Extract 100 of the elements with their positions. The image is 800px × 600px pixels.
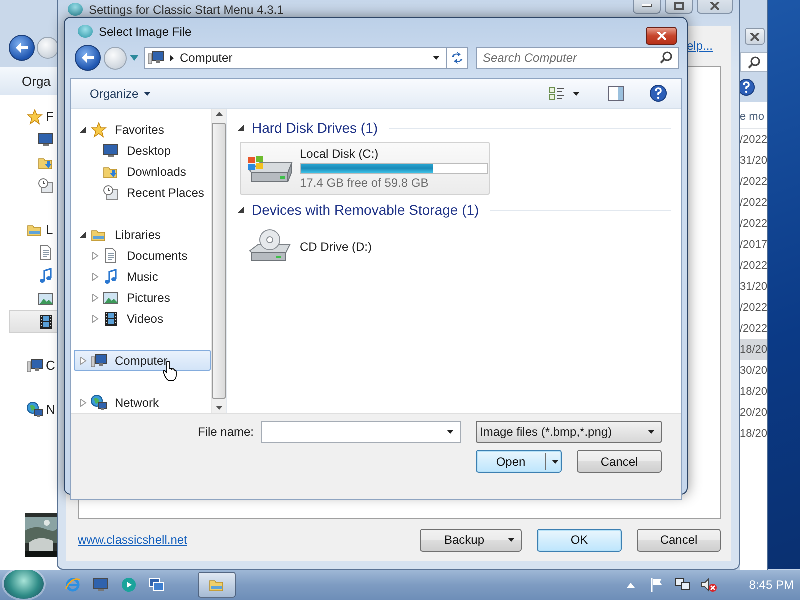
- globe-icon: [91, 394, 107, 410]
- dropdown-arrow-icon[interactable]: [130, 55, 139, 61]
- refresh-icon: [450, 52, 464, 64]
- drive-tile[interactable]: CD Drive (D:): [240, 224, 490, 270]
- help-link[interactable]: elp...: [686, 39, 713, 53]
- preview-pane-icon: [608, 86, 624, 101]
- tree-item[interactable]: Favorites: [74, 119, 211, 140]
- nav-item[interactable]: F: [9, 105, 60, 128]
- nav-item[interactable]: [9, 310, 60, 333]
- file-type-select[interactable]: Image files (*.bmp,*.png): [476, 421, 662, 443]
- group-header[interactable]: Devices with Removable Storage (1): [252, 202, 480, 218]
- shell-icon: [78, 25, 93, 38]
- date-cell-text: /2022: [740, 132, 767, 148]
- date-cell-text: 31/20: [740, 154, 767, 168]
- date-cell-text: /2022: [740, 174, 767, 190]
- forward-button[interactable]: [37, 37, 59, 59]
- nav-item[interactable]: L: [9, 218, 60, 241]
- tree-item[interactable]: Libraries: [74, 224, 211, 245]
- shell-icon: [68, 3, 83, 16]
- scroll-thumb[interactable]: [212, 123, 226, 399]
- minimize-icon: [642, 4, 652, 8]
- scroll-up-icon: [216, 112, 222, 116]
- expand-arrow-icon[interactable]: [80, 230, 87, 238]
- computer-icon: [27, 358, 43, 374]
- scrollbar[interactable]: [211, 109, 226, 413]
- cancel-button[interactable]: Cancel: [637, 528, 721, 552]
- help-icon[interactable]: [650, 85, 667, 102]
- date-cell-text: 20/20: [740, 406, 767, 420]
- left-arrow-icon: [16, 43, 28, 53]
- back-button[interactable]: [75, 45, 101, 71]
- search-field[interactable]: Search Computer: [476, 47, 679, 69]
- caret-icon: [144, 92, 151, 96]
- caret-icon: [508, 538, 515, 542]
- maximize-icon: [674, 2, 684, 10]
- network-icon: [675, 577, 692, 593]
- tree-item[interactable]: Documents: [74, 245, 211, 266]
- computer-icon: [91, 352, 107, 368]
- drive-capacity: 17.4 GB free of 59.8 GB: [300, 176, 430, 190]
- drive-name: CD Drive (D:): [300, 240, 373, 254]
- close-icon: [656, 32, 666, 40]
- document-icon: [103, 248, 119, 264]
- drive-tile[interactable]: Local Disk (C:) 17.4 GB free of 59.8 GB: [240, 142, 490, 195]
- globe-icon: [27, 402, 43, 418]
- search-icon: [660, 51, 673, 64]
- close-button[interactable]: [745, 28, 765, 45]
- backup-button[interactable]: Backup: [420, 528, 522, 552]
- date-cell: 18/20: [740, 339, 767, 360]
- close-button[interactable]: [646, 27, 677, 45]
- landscape-icon: [103, 290, 119, 306]
- ok-button[interactable]: OK: [537, 528, 622, 552]
- taskbar-button[interactable]: [198, 572, 236, 598]
- tree-item[interactable]: Network: [74, 392, 211, 413]
- organize-menu[interactable]: Organize: [90, 86, 151, 100]
- address-bar[interactable]: Computer: [144, 47, 447, 69]
- caret-icon: [648, 430, 655, 434]
- date-cell-text: /2022: [740, 300, 767, 316]
- expand-arrow-icon[interactable]: [238, 206, 245, 214]
- date-cell-text: /2017: [740, 238, 767, 252]
- expand-arrow-icon[interactable]: [238, 124, 245, 132]
- nav-item[interactable]: N: [9, 398, 60, 421]
- search-field[interactable]: [740, 52, 767, 72]
- browser-icon: [65, 577, 81, 593]
- preview-pane-button[interactable]: [606, 86, 626, 101]
- tree-item[interactable]: Computer: [74, 350, 211, 371]
- tree-item[interactable]: Desktop: [74, 140, 211, 161]
- date-cell-text: /2022: [740, 258, 767, 274]
- group-header[interactable]: Hard Disk Drives (1): [252, 120, 378, 136]
- window-title: Settings for Classic Start Menu 4.3.1: [89, 3, 284, 17]
- list-view-icon: [549, 86, 565, 102]
- tree-item[interactable]: Downloads: [74, 161, 211, 182]
- view-menu[interactable]: [547, 86, 582, 102]
- left-arrow-icon: [82, 53, 94, 63]
- chevron-icon: [170, 54, 174, 62]
- date-cell-text: 30/20: [740, 364, 767, 378]
- website-link[interactable]: www.classicshell.net: [78, 533, 188, 547]
- search-icon: [748, 56, 760, 68]
- film-icon: [103, 310, 119, 326]
- date-cell-text: 18/20: [740, 426, 767, 442]
- music-note-icon: [38, 268, 54, 284]
- start-button[interactable]: [4, 569, 44, 599]
- caret-icon: [552, 460, 559, 464]
- refresh-button[interactable]: [446, 47, 468, 69]
- tree-item[interactable]: Recent Places: [74, 182, 211, 203]
- muted-speaker-icon: [701, 577, 718, 593]
- open-button[interactable]: Open: [476, 450, 562, 473]
- close-icon: [710, 2, 720, 10]
- nav-item[interactable]: C: [9, 354, 60, 377]
- cancel-button[interactable]: Cancel: [577, 450, 662, 473]
- tree-item[interactable]: Videos: [74, 308, 211, 329]
- monitor-icon: [93, 577, 109, 593]
- tree-item[interactable]: Music: [74, 266, 211, 287]
- back-button[interactable]: [9, 35, 35, 61]
- tree-item[interactable]: Pictures: [74, 287, 211, 308]
- drive-name: Local Disk (C:): [300, 147, 380, 161]
- monitor-icon: [103, 142, 119, 158]
- expand-arrow-icon[interactable]: [80, 126, 87, 134]
- close-icon: [750, 32, 760, 40]
- window-icon: [149, 577, 165, 593]
- date-cell-text: 18/20: [740, 384, 767, 400]
- computer-icon: [148, 50, 164, 66]
